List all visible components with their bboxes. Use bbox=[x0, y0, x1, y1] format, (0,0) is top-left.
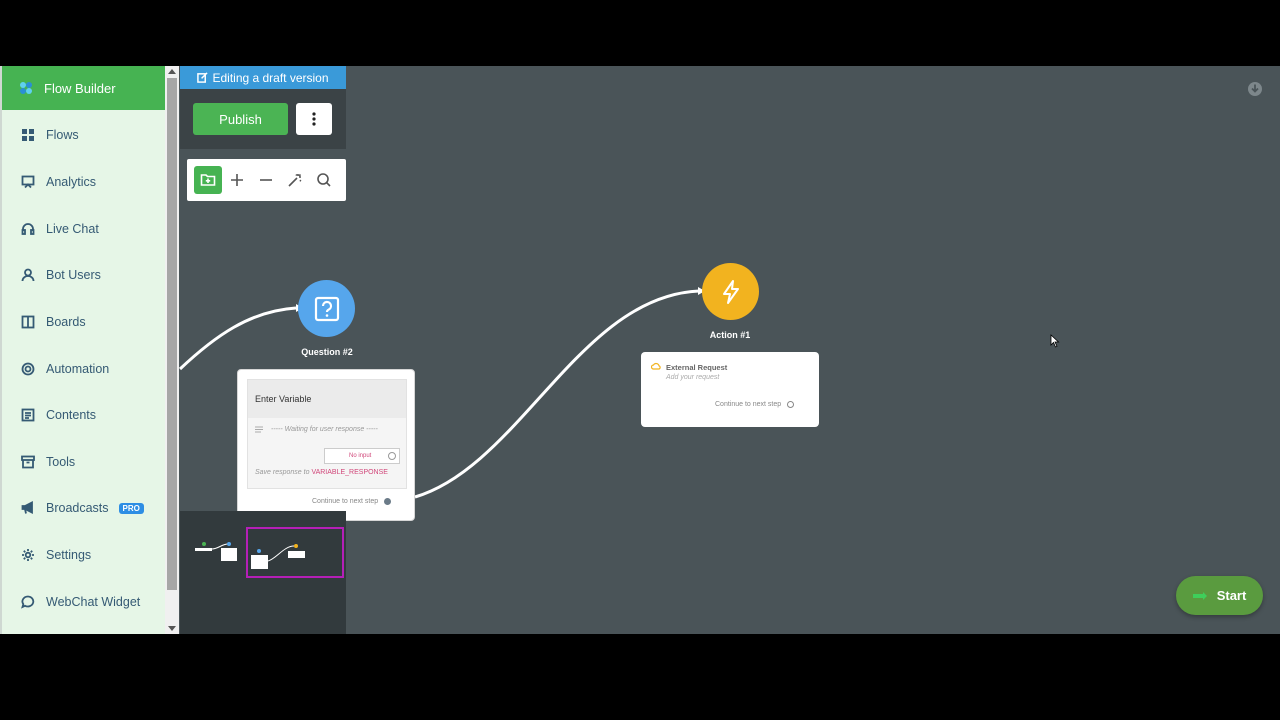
sidebar-item-label: Analytics bbox=[46, 175, 97, 189]
menu-lines-icon bbox=[255, 426, 263, 433]
sidebar-item-automation[interactable]: Automation bbox=[2, 354, 165, 384]
sidebar-item-settings[interactable]: Settings bbox=[2, 540, 165, 570]
sidebar-item-label: Boards bbox=[46, 315, 86, 329]
question-node-card[interactable]: Enter Variable ----- Waiting for user re… bbox=[237, 369, 415, 521]
continue-label: Continue to next step bbox=[312, 498, 379, 505]
action-continue-row: Continue to next step bbox=[715, 401, 795, 408]
brand-label: Flow Builder bbox=[44, 80, 116, 96]
sidebar-item-label: Live Chat bbox=[46, 222, 99, 236]
sidebar-item-label: Broadcasts bbox=[46, 501, 109, 515]
sidebar-item-broadcasts[interactable]: Broadcasts PRO bbox=[2, 493, 165, 523]
list-icon bbox=[21, 408, 35, 422]
grid-icon bbox=[21, 128, 35, 142]
chat-icon bbox=[21, 595, 35, 609]
minus-icon bbox=[260, 179, 272, 181]
sidebar-scrollbar[interactable] bbox=[165, 66, 179, 634]
action-node-card[interactable]: External Request Add your request Contin… bbox=[641, 352, 819, 427]
save-response-text: Save response to VARIABLE_RESPONSE bbox=[255, 469, 388, 476]
connector-port-icon[interactable] bbox=[388, 452, 396, 460]
sidebar-item-label: Automation bbox=[46, 362, 110, 376]
cloud-icon bbox=[651, 362, 661, 370]
flow-builder-logo-icon bbox=[20, 82, 32, 94]
sidebar-item-label: Bot Users bbox=[46, 268, 101, 282]
draft-version-banner: Editing a draft version bbox=[180, 66, 346, 89]
question-node-title: Question #2 bbox=[301, 347, 353, 357]
minimap[interactable] bbox=[180, 511, 346, 634]
sidebar-item-contents[interactable]: Contents bbox=[2, 400, 165, 430]
continue-label: Continue to next step bbox=[715, 401, 782, 408]
plus-icon bbox=[231, 174, 243, 186]
question-continue-row: Continue to next step bbox=[312, 498, 392, 505]
question-icon bbox=[314, 296, 339, 321]
auto-arrange-button[interactable] bbox=[281, 166, 309, 194]
canvas-toolbar bbox=[187, 159, 346, 201]
connector-start-question bbox=[178, 306, 297, 371]
add-folder-button[interactable] bbox=[194, 166, 222, 194]
sidebar-item-label: WebChat Widget bbox=[46, 595, 141, 609]
action-card-subtitle: Add your request bbox=[666, 374, 720, 381]
search-icon bbox=[317, 173, 331, 187]
sidebar-item-bot-users[interactable]: Bot Users bbox=[2, 260, 165, 290]
sidebar-item-label: Settings bbox=[46, 548, 92, 562]
scroll-down-icon[interactable] bbox=[168, 626, 176, 631]
sidebar-item-webchat-widget[interactable]: WebChat Widget bbox=[2, 587, 165, 617]
output-port-icon[interactable] bbox=[384, 498, 392, 505]
mouse-cursor-icon bbox=[1050, 334, 1060, 348]
publish-button[interactable]: Publish bbox=[193, 103, 288, 135]
columns-icon bbox=[21, 315, 35, 329]
more-vertical-icon bbox=[312, 112, 316, 126]
lightning-icon bbox=[722, 279, 739, 304]
sidebar-item-analytics[interactable]: Analytics bbox=[2, 167, 165, 197]
sidebar-item-label: Contents bbox=[46, 408, 97, 422]
start-button[interactable]: Start bbox=[1176, 576, 1263, 615]
action-node-title: Action #1 bbox=[709, 330, 751, 340]
search-button[interactable] bbox=[310, 166, 338, 194]
zoom-out-button[interactable] bbox=[252, 166, 280, 194]
sidebar: Flow Builder Flows Analytics Live Chat B… bbox=[0, 66, 165, 634]
download-circle-icon[interactable] bbox=[1247, 81, 1263, 97]
presentation-icon bbox=[21, 175, 35, 189]
question-node-icon[interactable] bbox=[298, 280, 355, 337]
target-icon bbox=[21, 362, 35, 376]
sidebar-item-tools[interactable]: Tools bbox=[2, 447, 165, 477]
output-port-icon[interactable] bbox=[787, 401, 795, 408]
no-input-label: No input bbox=[349, 453, 372, 459]
megaphone-icon bbox=[21, 501, 35, 515]
start-label: Start bbox=[1216, 588, 1247, 603]
headset-icon bbox=[21, 222, 35, 236]
start-flag-icon bbox=[1192, 591, 1207, 600]
no-input-option[interactable]: No input bbox=[324, 448, 400, 464]
publish-panel: Publish bbox=[180, 89, 346, 149]
archive-icon bbox=[21, 455, 35, 469]
zoom-in-button[interactable] bbox=[223, 166, 251, 194]
magic-wand-icon bbox=[288, 173, 302, 187]
draft-label: Editing a draft version bbox=[212, 70, 329, 85]
waiting-status: ----- Waiting for user response ----- bbox=[255, 426, 406, 433]
sidebar-item-label: Tools bbox=[46, 455, 76, 469]
action-node-icon[interactable] bbox=[702, 263, 759, 320]
sidebar-item-flows[interactable]: Flows bbox=[2, 120, 165, 150]
minimap-viewport[interactable] bbox=[246, 527, 344, 578]
variable-name: VARIABLE_RESPONSE bbox=[311, 469, 388, 476]
sidebar-item-label: Flows bbox=[46, 128, 79, 142]
question-card-header: Enter Variable bbox=[248, 380, 406, 418]
user-icon bbox=[21, 268, 35, 282]
save-prefix: Save response to bbox=[255, 469, 310, 476]
gear-icon bbox=[21, 548, 35, 562]
sidebar-item-boards[interactable]: Boards bbox=[2, 307, 165, 337]
edit-icon bbox=[197, 72, 209, 83]
pro-badge: PRO bbox=[118, 502, 144, 514]
sidebar-brand[interactable]: Flow Builder bbox=[2, 66, 165, 110]
action-card-title: External Request bbox=[666, 363, 728, 372]
flow-builder-app: Flow Builder Flows Analytics Live Chat B… bbox=[0, 66, 1280, 634]
waiting-text: ----- Waiting for user response ----- bbox=[271, 426, 378, 433]
scrollbar-thumb[interactable] bbox=[167, 78, 177, 590]
question-card-body: Enter Variable ----- Waiting for user re… bbox=[247, 379, 407, 489]
folder-plus-icon bbox=[200, 174, 216, 186]
scroll-up-icon[interactable] bbox=[168, 69, 176, 74]
more-options-button[interactable] bbox=[296, 103, 332, 135]
sidebar-item-live-chat[interactable]: Live Chat bbox=[2, 214, 165, 244]
